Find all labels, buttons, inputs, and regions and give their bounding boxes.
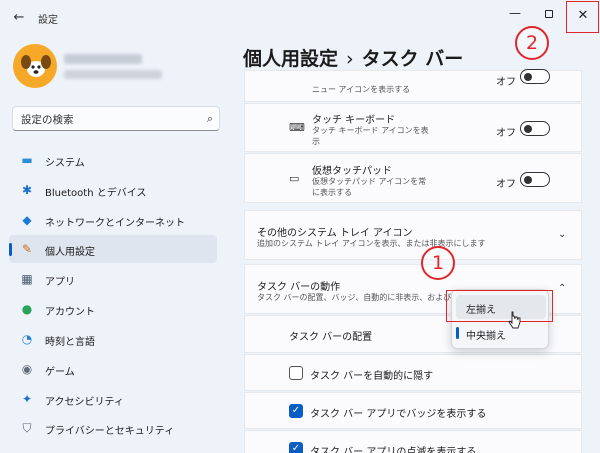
clock-globe-icon: ◔ <box>21 332 33 346</box>
close-button-highlight <box>566 1 599 33</box>
sidebar-item[interactable]: ✱ Bluetooth とデバイス <box>9 176 217 204</box>
dropdown-option-center[interactable]: 中央揃え <box>456 321 546 345</box>
row-sub: タッチ キーボード アイコンを表 <box>312 126 429 135</box>
row-sub: 追加のシステム トレイ アイコンを表示、または非表示にします <box>257 239 486 248</box>
sidebar-item-label: 時刻と言語 <box>45 337 95 348</box>
settings-row-tray-icons[interactable]: その他のシステム トレイ アイコン 追加のシステム トレイ アイコンを表示、また… <box>244 210 582 260</box>
annotation-circle-1: 1 <box>421 246 455 280</box>
user-email-blurred <box>64 70 162 79</box>
sidebar-item[interactable]: ◔ 時刻と言語 <box>9 325 217 353</box>
sidebar-item[interactable]: ✎ 個人用設定 <box>9 235 217 263</box>
search-icon: ⌕ <box>206 112 213 125</box>
row-sub: タスク バーの配置、バッジ、自動的に非表示、および複数 <box>257 293 468 302</box>
checkbox[interactable]: ✓ <box>289 404 303 418</box>
settings-row-partial: ニュー アイコンを表示する オフ <box>244 69 582 102</box>
sidebar-item-label: アクセシビリティ <box>45 397 124 408</box>
toggle-label: オフ <box>496 77 516 88</box>
sidebar-item-label: ネットワークとインターネット <box>45 218 185 229</box>
checkbox[interactable]: ✓ <box>289 442 303 453</box>
settings-row-touch-keyboard: ⌨ タッチ キーボード タッチ キーボード アイコンを表 示 オフ <box>244 103 582 152</box>
dog-mascot-icon <box>21 55 51 77</box>
row-sub: ニュー アイコンを表示する <box>312 85 411 94</box>
sidebar-item[interactable]: ▦ アプリ <box>9 265 217 293</box>
sidebar-item-label: プライバシーとセキュリティ <box>45 426 175 437</box>
row-sub: 仮想タッチパッド アイコンを常 <box>312 177 427 186</box>
page-title: タスク バー <box>361 48 464 70</box>
toggle-label: オフ <box>496 128 516 139</box>
row-title: その他のシステム トレイ アイコン <box>257 228 413 239</box>
row-title: タッチ キーボード <box>312 115 396 126</box>
checkbox-label: タスク バー アプリの点滅を表示する <box>310 447 477 453</box>
accessibility-icon: ✦ <box>21 392 33 406</box>
sidebar-item[interactable]: ◉ ゲーム <box>9 355 217 383</box>
account-icon: ● <box>21 302 33 316</box>
settings-row-touchpad: ▭ 仮想タッチパッド 仮想タッチパッド アイコンを常 に表示する オフ <box>244 153 582 203</box>
maximize-icon <box>545 9 553 18</box>
breadcrumb-separator: › <box>346 48 354 70</box>
sidebar-item-label: アカウント <box>45 307 95 318</box>
mouse-pointer-icon <box>508 311 521 329</box>
keyboard-icon: ⌨ <box>289 121 305 134</box>
user-name-blurred <box>64 54 142 64</box>
title-bar: ← 設定 — ✕ <box>0 0 600 34</box>
dropdown-option-highlight <box>446 290 553 322</box>
sidebar-item[interactable]: ◆ ネットワークとインターネット <box>9 206 217 234</box>
monitor-icon: ▬ <box>21 153 33 167</box>
row-sub: に表示する <box>312 188 352 197</box>
breadcrumb-parent[interactable]: 個人用設定 <box>243 48 338 70</box>
row-title: 仮想タッチパッド <box>312 166 392 177</box>
sidebar-item[interactable]: ⛉ プライバシーとセキュリティ <box>9 414 217 442</box>
toggle-switch[interactable] <box>520 172 550 187</box>
sidebar-item-label: 個人用設定 <box>45 247 95 258</box>
dropdown-option-label: 中央揃え <box>466 331 506 342</box>
wifi-icon: ◆ <box>22 213 32 227</box>
row-sub: 示 <box>312 137 320 146</box>
minimize-button[interactable]: — <box>500 0 530 28</box>
toggle-label: オフ <box>496 179 516 190</box>
gamepad-icon: ◉ <box>21 362 33 376</box>
toggle-switch[interactable] <box>520 121 550 136</box>
checkbox-label: タスク バーを自動的に隠す <box>310 371 434 382</box>
row-title: タスク バーの動作 <box>257 282 341 293</box>
back-arrow-icon[interactable]: ← <box>8 8 30 28</box>
apps-icon: ▦ <box>21 272 33 286</box>
search-placeholder: 設定の検索 <box>21 114 74 126</box>
shield-icon: ⛉ <box>22 421 32 435</box>
sidebar-item-label: ゲーム <box>45 367 75 378</box>
brush-icon: ✎ <box>21 242 33 256</box>
search-input[interactable]: 設定の検索 ⌕ <box>12 106 220 131</box>
sidebar-item[interactable]: ▬ システム <box>9 146 217 174</box>
avatar[interactable] <box>13 44 57 88</box>
checkbox-row: ✓ タスク バー アプリでバッジを表示する <box>244 392 582 429</box>
maximize-button[interactable] <box>534 0 564 28</box>
toggle-switch[interactable] <box>520 69 550 84</box>
checkbox-row: タスク バーを自動的に隠す <box>244 354 582 391</box>
sidebar-item-label: Bluetooth とデバイス <box>45 188 147 199</box>
sidebar-item-label: システム <box>45 158 85 169</box>
alignment-label: タスク バーの配置 <box>289 332 373 343</box>
breadcrumb: 個人用設定 › タスク バー <box>243 44 463 71</box>
touchpad-icon: ▭ <box>289 172 300 185</box>
checkbox[interactable] <box>289 366 303 380</box>
bluetooth-icon: ✱ <box>21 183 33 197</box>
sidebar-item[interactable]: ● アカウント <box>9 295 217 323</box>
chevron-down-icon: ⌄ <box>558 229 567 240</box>
checkbox-row: ✓ タスク バー アプリの点滅を表示する <box>244 430 582 453</box>
selection-indicator <box>456 327 459 339</box>
checkbox-label: タスク バー アプリでバッジを表示する <box>310 409 487 420</box>
app-title: 設定 <box>38 15 58 26</box>
sidebar-item[interactable]: ✦ アクセシビリティ <box>9 385 217 413</box>
annotation-circle-2: 2 <box>515 26 549 60</box>
chevron-up-icon: ⌃ <box>558 283 567 294</box>
active-indicator <box>9 243 12 256</box>
sidebar-item-label: アプリ <box>45 277 75 288</box>
